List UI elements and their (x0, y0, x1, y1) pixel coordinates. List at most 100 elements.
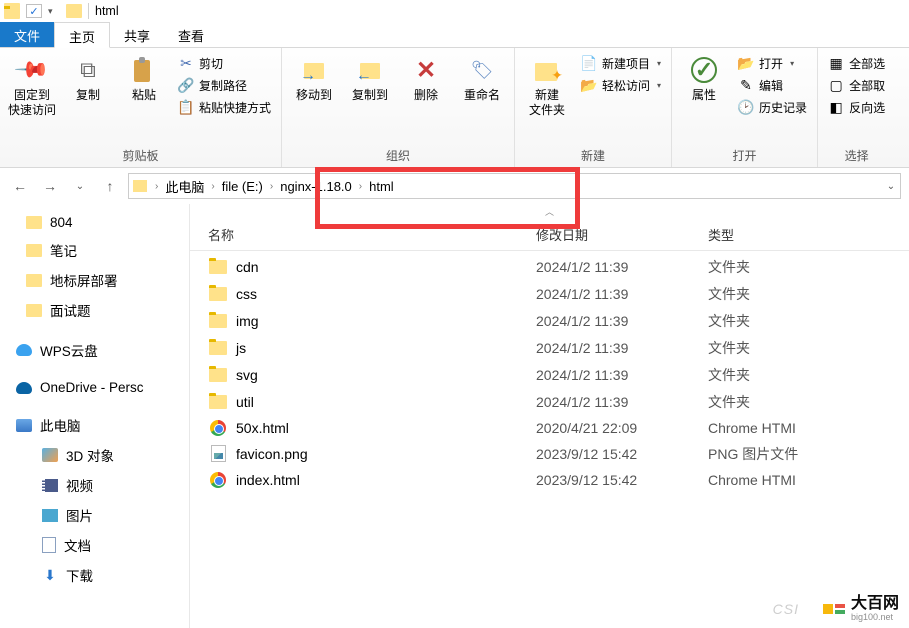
new-item-button[interactable]: 📄新建项目▾ (577, 53, 665, 74)
quickaccess-dropdown-icon[interactable]: ▾ (48, 6, 60, 17)
open-icon: 📂 (738, 56, 754, 72)
nav-recent-button[interactable]: ⌄ (68, 174, 92, 198)
file-type: Chrome HTMI (708, 420, 796, 436)
tab-view[interactable]: 查看 (164, 22, 218, 47)
tab-home[interactable]: 主页 (54, 22, 110, 48)
breadcrumb-segment[interactable]: nginx-1.18.0 (277, 177, 355, 196)
address-bar[interactable]: › 此电脑 › file (E:) › nginx-1.18.0 › html … (128, 173, 901, 199)
file-row[interactable]: js2024/1/2 11:39文件夹 (190, 334, 909, 361)
folder-icon (208, 312, 228, 330)
ribbon: 📌 固定到 快速访问 ⧉ 复制 粘贴 ✂剪切 🔗复制路径 📋粘贴快捷方式 剪贴板… (0, 48, 909, 168)
tab-share[interactable]: 共享 (110, 22, 164, 47)
sidebar-item-quick[interactable]: 笔记 (0, 235, 189, 265)
file-date: 2020/4/21 22:09 (536, 420, 708, 436)
file-type: 文件夹 (708, 338, 750, 358)
select-none-button[interactable]: ▢全部取 (824, 75, 889, 96)
ribbon-tabs: 文件 主页 共享 查看 (0, 22, 909, 48)
copy-button[interactable]: ⧉ 复制 (62, 51, 114, 145)
watermark-csdn: CSI (773, 601, 799, 617)
file-row[interactable]: cdn2024/1/2 11:39文件夹 (190, 253, 909, 280)
file-row[interactable]: 50x.html2020/4/21 22:09Chrome HTMI (190, 415, 909, 440)
rename-button[interactable]: 🏷 重命名 (456, 51, 508, 145)
properties-button[interactable]: ✓ 属性 (678, 51, 730, 145)
sidebar-item-downloads[interactable]: ⬇下载 (0, 560, 189, 590)
select-all-button[interactable]: ▦全部选 (824, 53, 889, 74)
column-type[interactable]: 类型 (708, 225, 909, 244)
file-row[interactable]: index.html2023/9/12 15:42Chrome HTMI (190, 467, 909, 492)
file-row[interactable]: css2024/1/2 11:39文件夹 (190, 280, 909, 307)
sidebar-item-videos[interactable]: 视频 (0, 470, 189, 500)
sidebar-item-onedrive[interactable]: OneDrive - Persc (0, 375, 189, 400)
column-name[interactable]: 名称 (208, 225, 536, 244)
pin-quickaccess-button[interactable]: 📌 固定到 快速访问 (6, 51, 58, 145)
properties-icon: ✓ (689, 55, 719, 85)
file-name: favicon.png (236, 446, 536, 462)
titlebar: ✓ ▾ html (0, 0, 909, 22)
sidebar-item-documents[interactable]: 文档 (0, 530, 189, 560)
copy-to-icon: → (355, 55, 385, 85)
app-folder-icon (4, 3, 20, 19)
sidebar-item-wps[interactable]: WPS云盘 (0, 335, 189, 365)
chrome-icon (208, 419, 228, 437)
edit-button[interactable]: ✎编辑 (734, 75, 811, 96)
pc-icon (16, 419, 32, 432)
downloads-icon: ⬇ (42, 568, 58, 582)
sidebar-item-quick[interactable]: 面试题 (0, 295, 189, 325)
main-area: 804 笔记 地标屏部署 面试题 WPS云盘 OneDrive - Persc … (0, 204, 909, 628)
paste-button[interactable]: 粘贴 (118, 51, 170, 145)
new-folder-icon: ✦ (532, 55, 562, 85)
paste-shortcut-button[interactable]: 📋粘贴快捷方式 (174, 97, 275, 118)
file-type: PNG 图片文件 (708, 444, 798, 464)
column-date[interactable]: 修改日期 (536, 225, 708, 244)
tab-file[interactable]: 文件 (0, 22, 54, 47)
quickaccess-save-icon[interactable]: ✓ (26, 4, 42, 18)
nav-up-button[interactable]: ↑ (98, 174, 122, 198)
group-label-open: 打开 (678, 145, 811, 167)
chevron-down-icon: ▾ (790, 59, 794, 68)
titlebar-folder-icon (66, 4, 82, 18)
sidebar-item-thispc[interactable]: 此电脑 (0, 410, 189, 440)
folder-icon (208, 339, 228, 357)
breadcrumb-segment[interactable]: html (366, 177, 397, 196)
breadcrumb-segment[interactable]: 此电脑 (162, 175, 207, 198)
copy-path-button[interactable]: 🔗复制路径 (174, 75, 275, 96)
move-to-icon: → (299, 55, 329, 85)
sidebar-item-quick[interactable]: 地标屏部署 (0, 265, 189, 295)
folder-icon (208, 393, 228, 411)
chevron-right-icon[interactable]: › (266, 181, 277, 192)
sidebar-item-pictures[interactable]: 图片 (0, 500, 189, 530)
ribbon-group-new: ✦ 新建 文件夹 📄新建项目▾ 📂轻松访问▾ 新建 (515, 48, 672, 167)
history-button[interactable]: 🕑历史记录 (734, 97, 811, 118)
nav-forward-button[interactable]: → (38, 174, 62, 198)
file-row[interactable]: svg2024/1/2 11:39文件夹 (190, 361, 909, 388)
cut-button[interactable]: ✂剪切 (174, 53, 275, 74)
delete-button[interactable]: ✕ 删除 (400, 51, 452, 145)
file-date: 2024/1/2 11:39 (536, 259, 708, 275)
file-type: 文件夹 (708, 365, 750, 385)
select-none-icon: ▢ (828, 78, 844, 94)
chevron-right-icon[interactable]: › (151, 181, 162, 192)
file-row[interactable]: img2024/1/2 11:39文件夹 (190, 307, 909, 334)
paste-icon (129, 55, 159, 85)
pictures-icon (42, 509, 58, 522)
open-button[interactable]: 📂打开▾ (734, 53, 811, 74)
window-title: html (95, 4, 119, 18)
file-row[interactable]: favicon.png2023/9/12 15:42PNG 图片文件 (190, 440, 909, 467)
sidebar-item-quick[interactable]: 804 (0, 210, 189, 235)
new-folder-button[interactable]: ✦ 新建 文件夹 (521, 51, 573, 145)
chevron-right-icon[interactable]: › (207, 181, 218, 192)
copy-to-button[interactable]: → 复制到 (344, 51, 396, 145)
address-dropdown-icon[interactable]: ⌄ (882, 181, 900, 192)
invert-selection-button[interactable]: ◧反向选 (824, 97, 889, 118)
move-to-button[interactable]: → 移动到 (288, 51, 340, 145)
sidebar-item-3d[interactable]: 3D 对象 (0, 440, 189, 470)
breadcrumb-segment[interactable]: file (E:) (219, 177, 266, 196)
chevron-up-icon[interactable]: ︿ (190, 204, 909, 219)
file-row[interactable]: util2024/1/2 11:39文件夹 (190, 388, 909, 415)
png-icon (208, 445, 228, 463)
nav-back-button[interactable]: ← (8, 174, 32, 198)
easy-access-button[interactable]: 📂轻松访问▾ (577, 75, 665, 96)
group-label-new: 新建 (521, 145, 665, 167)
chevron-right-icon[interactable]: › (355, 181, 366, 192)
3d-objects-icon (42, 448, 58, 462)
